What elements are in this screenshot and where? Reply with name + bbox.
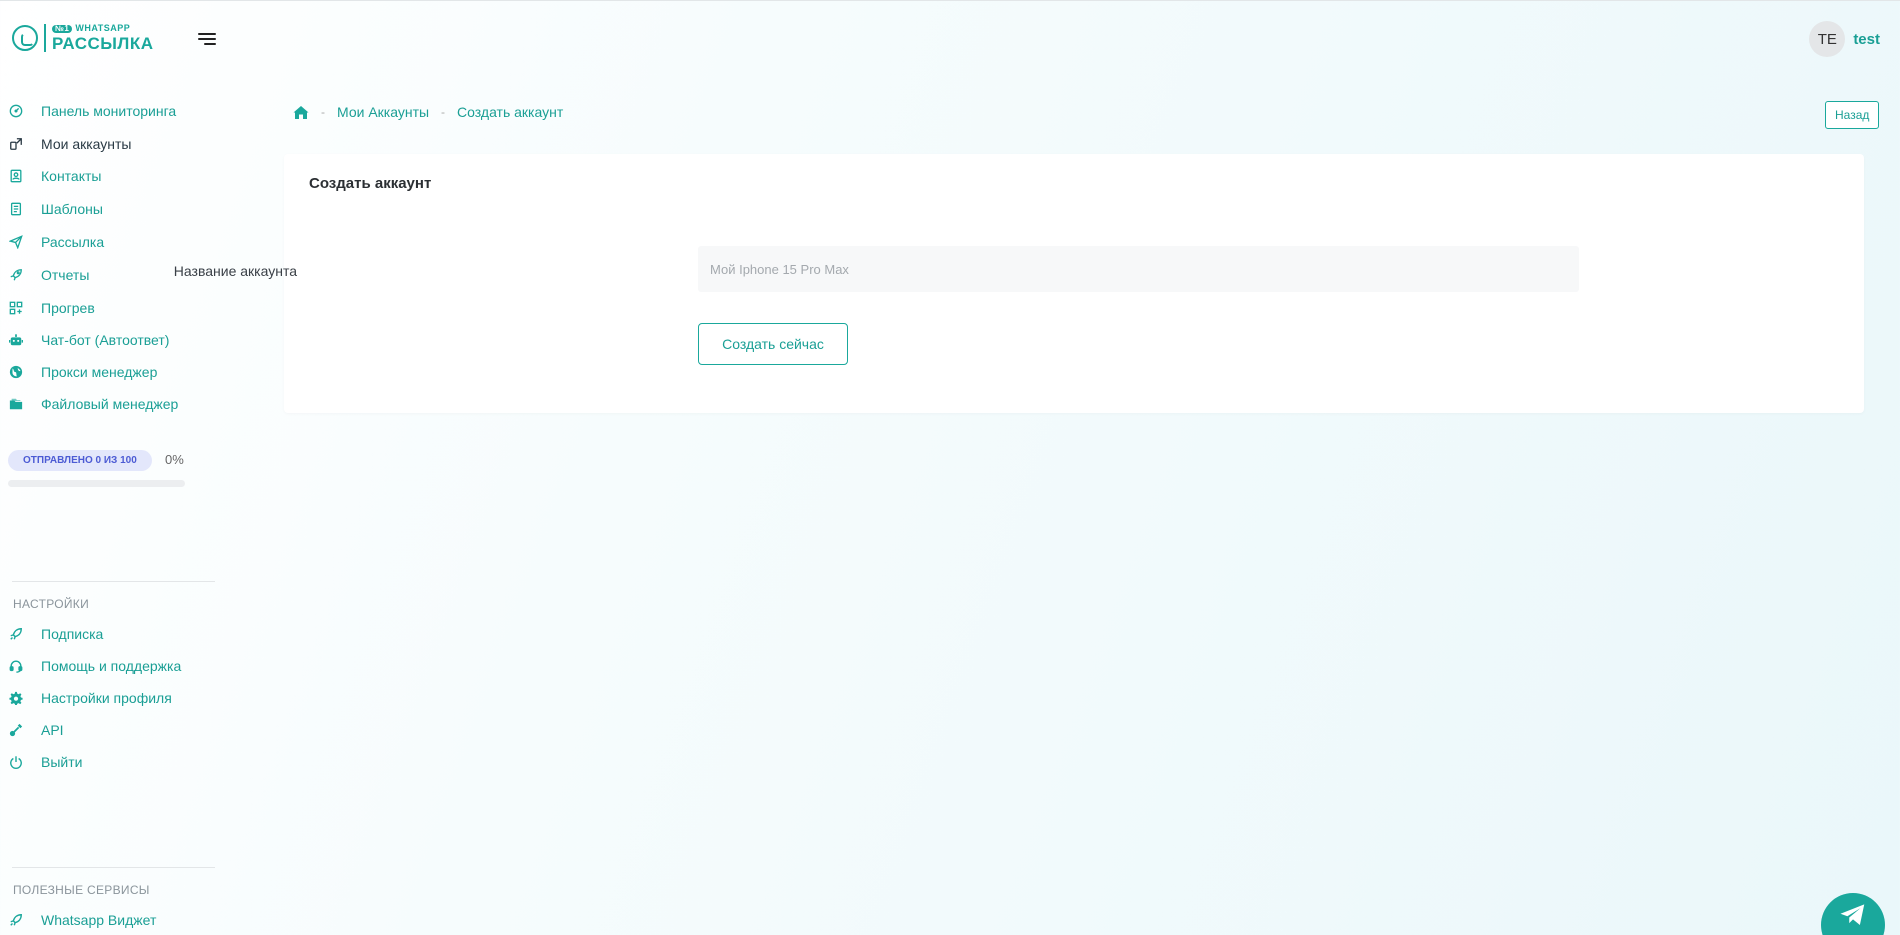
avatar: TE	[1809, 21, 1846, 57]
sidebar-item-whatsapp-widget[interactable]: Whatsapp Виджет	[8, 910, 156, 930]
sidebar-item-label: Мои аккаунты	[41, 136, 132, 152]
sidebar-item-api[interactable]: API	[8, 720, 64, 740]
logo-badge: №1	[52, 25, 73, 33]
power-icon	[8, 754, 24, 770]
sidebar-item-label: Файловый менеджер	[41, 396, 179, 412]
sidebar-item-subscription[interactable]: Подписка	[8, 624, 103, 644]
telegram-button[interactable]	[1821, 893, 1885, 935]
plug-icon	[8, 722, 24, 738]
sidebar-item-warmup[interactable]: Прогрев	[8, 298, 95, 318]
create-account-card: Создать аккаунт Название аккаунта Создат…	[174, 154, 1864, 413]
create-now-button[interactable]: Создать сейчас	[698, 323, 848, 365]
dashboard-icon	[8, 103, 24, 119]
sent-counter-badge: ОТПРАВЛЕНО 0 ИЗ 100	[8, 450, 152, 471]
sidebar-item-label: Whatsapp Виджет	[41, 912, 157, 928]
sidebar-item-mailing[interactable]: Рассылка	[8, 232, 104, 252]
send-icon	[8, 234, 24, 250]
sidebar-item-templates[interactable]: Шаблоны	[8, 199, 103, 219]
card-title: Создать аккаунт	[309, 175, 432, 192]
rocket-icon	[8, 626, 24, 642]
gear-icon	[8, 690, 24, 706]
sidebar-item-label: Рассылка	[41, 234, 105, 250]
sidebar-item-label: API	[41, 722, 64, 738]
services-section-heading: ПОЛЕЗНЫЕ СЕРВИСЫ	[13, 883, 150, 897]
telegram-icon	[1838, 903, 1868, 935]
accounts-icon	[8, 136, 24, 152]
user-name: test	[1853, 30, 1880, 48]
sidebar-item-label: Панель мониторинга	[41, 103, 177, 119]
contacts-icon	[8, 168, 24, 184]
globe-icon	[8, 364, 24, 380]
sidebar-item-label: Выйти	[41, 754, 83, 770]
sidebar-item-proxy[interactable]: Прокси менеджер	[8, 362, 157, 382]
sidebar-item-label: Прокси менеджер	[41, 364, 158, 380]
sidebar-item-contacts[interactable]: Контакты	[8, 166, 101, 186]
sent-percent: 0%	[165, 452, 184, 467]
sidebar-item-label: Шаблоны	[41, 201, 103, 217]
warmup-icon	[8, 300, 24, 316]
sidebar-item-label: Помощь и поддержка	[41, 658, 182, 674]
logo-top-text: WHATSAPP	[75, 23, 131, 33]
account-name-input[interactable]	[698, 246, 1579, 292]
folder-icon	[8, 396, 24, 412]
sidebar-item-accounts[interactable]: Мои аккаунты	[8, 134, 132, 154]
breadcrumb: - Мои Аккаунты - Создать аккаунт	[293, 104, 563, 120]
templates-icon	[8, 201, 24, 217]
sidebar-item-label: Прогрев	[41, 300, 95, 316]
sidebar-item-label: Настройки профиля	[41, 690, 172, 706]
sidebar-item-label: Контакты	[41, 168, 102, 184]
menu-toggle-icon[interactable]	[196, 33, 216, 47]
sidebar-item-profile-settings[interactable]: Настройки профиля	[8, 688, 172, 708]
robot-icon	[8, 332, 24, 348]
whatsapp-icon	[12, 25, 38, 51]
sent-progress-bar	[8, 480, 185, 487]
sidebar-divider	[12, 867, 215, 868]
back-button[interactable]: Назад	[1825, 101, 1880, 129]
breadcrumb-create-account: Создать аккаунт	[457, 104, 564, 120]
sidebar-item-support[interactable]: Помощь и поддержка	[8, 656, 181, 676]
logo-bottom-text: РАССЫЛКА	[52, 34, 154, 53]
settings-section-heading: НАСТРОЙКИ	[13, 597, 90, 611]
sidebar-item-label: Чат-бот (Автоответ)	[41, 332, 170, 348]
sidebar-item-chatbot[interactable]: Чат-бот (Автоответ)	[8, 330, 169, 350]
sidebar: №1 WHATSAPP РАССЫЛКА Панель мониторинга М…	[0, 0, 222, 935]
sidebar-divider	[12, 581, 215, 582]
home-icon[interactable]	[293, 105, 309, 120]
sidebar-item-files[interactable]: Файловый менеджер	[8, 394, 178, 414]
user-menu[interactable]: TE test	[1809, 21, 1880, 57]
account-name-label: Название аккаунта	[173, 263, 297, 279]
rocket-icon	[8, 912, 24, 928]
sidebar-item-dashboard[interactable]: Панель мониторинга	[8, 101, 176, 121]
brand-logo[interactable]: №1 WHATSAPP РАССЫЛКА	[12, 24, 153, 52]
headset-icon	[8, 658, 24, 674]
sidebar-item-logout[interactable]: Выйти	[8, 752, 82, 772]
top-border	[0, 0, 1900, 1]
breadcrumb-my-accounts[interactable]: Мои Аккаунты	[337, 104, 429, 120]
sidebar-item-label: Подписка	[41, 626, 104, 642]
